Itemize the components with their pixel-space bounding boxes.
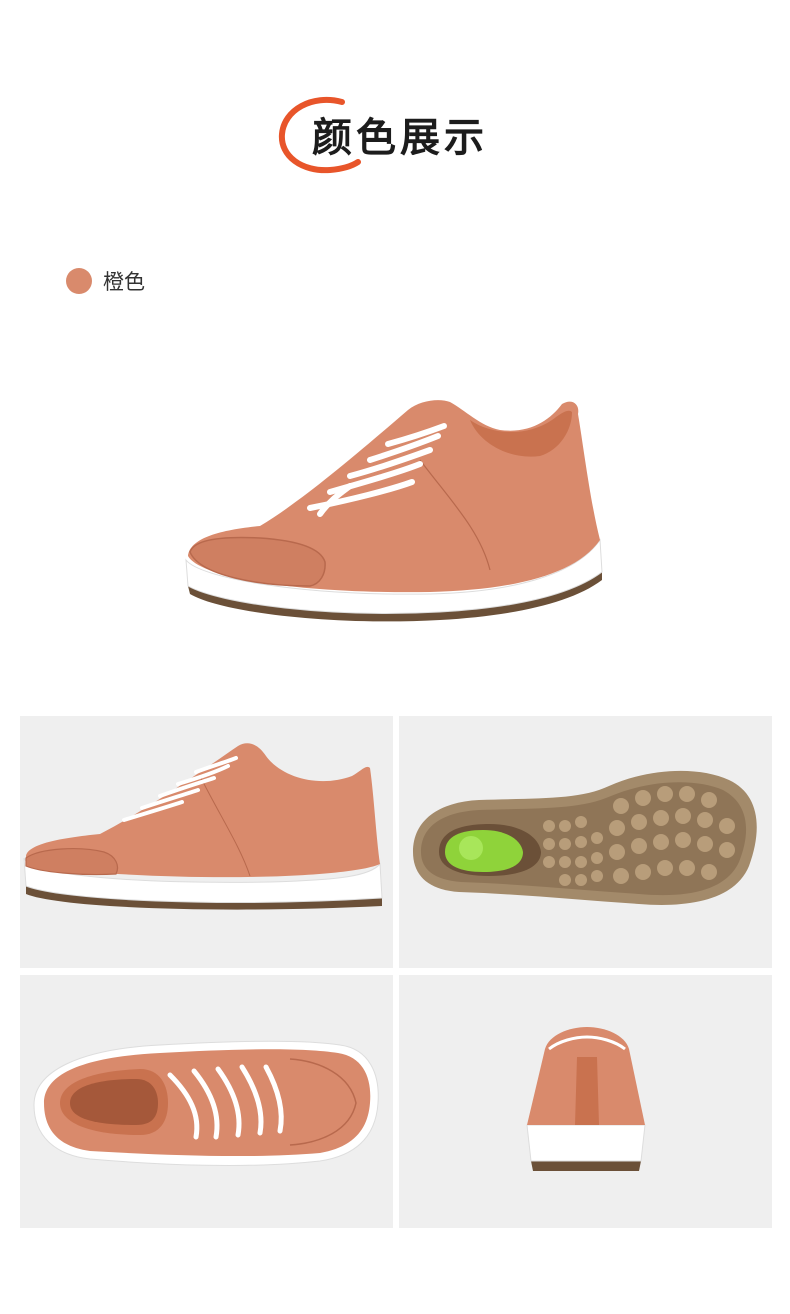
gallery-top-view[interactable] [20, 975, 393, 1228]
gallery-sole-view[interactable] [399, 716, 772, 968]
gallery-side-view[interactable] [20, 716, 393, 968]
page-title: 颜色展示 [312, 115, 488, 161]
sole-view-shoe-image [413, 770, 757, 905]
hero-shoe-image [185, 400, 603, 622]
color-swatch-item[interactable]: 橙色 [66, 266, 145, 296]
color-swatch-label: 橙色 [103, 270, 145, 294]
top-view-shoe-image [33, 1040, 379, 1166]
back-view-shoe-image [526, 1027, 646, 1171]
section-title: 颜色展示 [0, 84, 790, 184]
gallery-back-view[interactable] [399, 975, 772, 1228]
side-view-shoe-image [23, 743, 383, 910]
color-swatch-dot [66, 268, 92, 294]
